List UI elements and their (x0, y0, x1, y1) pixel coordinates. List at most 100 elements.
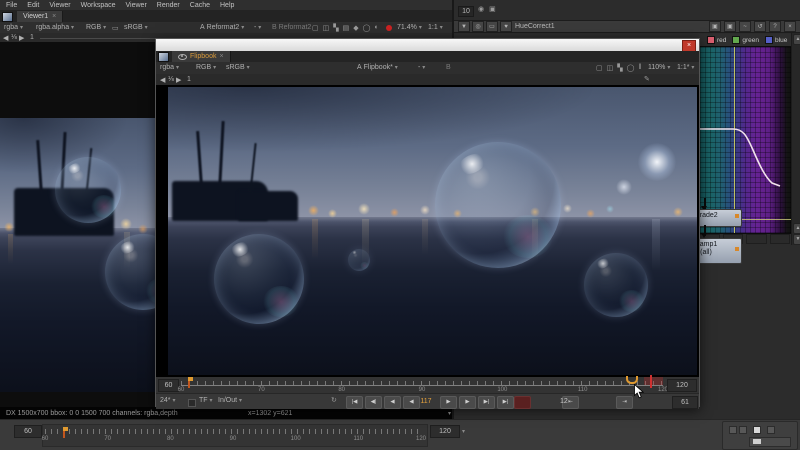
viewer-toolbar-icon[interactable]: ◆ (353, 24, 358, 32)
red-channel-checkbox[interactable]: red (707, 36, 726, 44)
edit-pencil-icon[interactable]: ✎ (644, 75, 650, 83)
ab-mode-dropdown[interactable]: - ▾ (418, 64, 425, 71)
viewer-frame-field[interactable]: 1 (30, 34, 34, 41)
panel-header-icon[interactable]: ? (769, 21, 781, 32)
timeline-options-icon[interactable]: ▾ (462, 428, 465, 435)
transport-button[interactable]: ◀| (365, 396, 382, 409)
range-mode-dropdown[interactable]: In/Out ▾ (218, 397, 242, 404)
viewer-toolbar-icon[interactable]: ▤ (343, 24, 350, 32)
properties-header-icon[interactable]: ▣ (489, 5, 496, 13)
panel-header-icon[interactable]: ↺ (754, 21, 766, 32)
scroll-up-icon[interactable]: ▲ (793, 223, 800, 234)
transport-button[interactable]: ▶| (478, 396, 495, 409)
next-frame-button[interactable]: ▶ (176, 76, 181, 84)
transport-button[interactable]: ▶ (459, 396, 476, 409)
properties-scrollbar[interactable]: ▲ ▲ ▼ (791, 33, 800, 245)
zoom-dropdown[interactable]: 110% ▾ (648, 64, 670, 71)
input-b-dropdown[interactable]: B Reformat2 (272, 24, 311, 31)
stop-button[interactable] (514, 396, 531, 409)
frame-increment-field[interactable]: 12 (560, 398, 568, 405)
colorspace-dropdown[interactable]: sRGB ▾ (124, 24, 148, 31)
panel-header-icon[interactable]: ▭ (486, 21, 498, 32)
scroll-down-icon[interactable]: ▼ (793, 234, 800, 245)
tab-flipbook[interactable]: Flipbook × (172, 51, 231, 62)
range-start-field[interactable]: 60 (158, 379, 179, 392)
properties-header-icon[interactable]: ◉ (478, 5, 484, 13)
flipbook-toolbar-icon[interactable]: ▢ (596, 64, 603, 72)
viewer-toolbar-icon[interactable]: ◫ (323, 24, 330, 32)
display-dropdown[interactable]: RGB ▾ (196, 64, 216, 71)
transport-button[interactable]: ▶| (497, 396, 514, 409)
panel-header-icon[interactable]: ~ (739, 21, 751, 32)
playhead-marker[interactable] (626, 376, 638, 384)
curve-footer-button[interactable] (746, 234, 767, 244)
global-timeline-ruler[interactable]: 60708090100110120 (45, 427, 421, 445)
viewer-toolbar-icon[interactable]: ▚ (333, 24, 338, 32)
proxy-dropdown[interactable]: 1:1 ▾ (428, 24, 443, 31)
channels-dropdown[interactable]: rgba ▾ (160, 64, 179, 71)
flipbook-toolbar-icon[interactable]: ◫ (607, 64, 614, 72)
pause-render-button[interactable] (386, 25, 392, 33)
flipbook-canvas[interactable] (156, 85, 699, 377)
panel-header-icon[interactable]: ▣ (709, 21, 721, 32)
panel-header-icon[interactable]: ▼ (458, 21, 470, 32)
flipbook-timeline-ruler[interactable]: 60708090100110120 (181, 378, 663, 392)
menu-item[interactable]: Viewer (49, 2, 70, 9)
tab-close-icon[interactable]: × (219, 53, 223, 60)
menu-item[interactable]: Render (157, 2, 180, 9)
menu-item[interactable]: Viewer (126, 2, 147, 9)
timeline-start-field[interactable]: 60 (14, 425, 42, 438)
input-a-dropdown[interactable]: A Flipbook* ▾ (357, 64, 398, 71)
prev-frame-button[interactable]: ◀ (3, 34, 8, 42)
tab-viewer1[interactable]: Viewer1 × (17, 11, 63, 22)
input-b-label[interactable]: B (446, 64, 451, 71)
panel-header-icon[interactable]: × (784, 21, 796, 32)
tab-close-icon[interactable]: × (52, 13, 56, 20)
green-channel-checkbox[interactable]: green (732, 36, 759, 44)
display-dropdown[interactable]: RGB ▾ (86, 24, 106, 31)
panel-header-icon[interactable]: ◎ (472, 21, 484, 32)
menu-item[interactable]: Help (220, 2, 234, 9)
prev-frame-button[interactable]: ◀ (160, 76, 165, 84)
timeline-end-field[interactable]: 120 (430, 425, 460, 438)
range-end-field[interactable]: 120 (667, 379, 697, 392)
loop-mode-button[interactable]: ↻ (331, 396, 337, 404)
next-frame-button[interactable]: ▶ (19, 34, 24, 42)
menu-item[interactable]: Workspace (81, 2, 116, 9)
transport-button[interactable]: ◀ (384, 396, 401, 409)
global-playhead-marker[interactable] (63, 427, 65, 438)
transport-button[interactable]: |◀ (346, 396, 363, 409)
viewer-toolbar-icon[interactable]: ◯ (363, 24, 371, 32)
lock-checkbox[interactable] (188, 399, 196, 407)
viewer-toolbar-icon[interactable]: ◐ (375, 24, 379, 32)
hue-curve-editor[interactable] (699, 46, 792, 234)
proxy-dropdown[interactable]: 1:1* ▾ (677, 64, 694, 71)
panel-header-icon[interactable]: ▣ (724, 21, 736, 32)
transport-button[interactable]: ▶ (440, 396, 457, 409)
skip-forward-button[interactable]: ⇥ (616, 396, 633, 409)
fps-dropdown[interactable]: 24* ▾ (160, 397, 175, 404)
zoom-dropdown[interactable]: 71.4% ▾ (397, 24, 422, 31)
flipbook-toolbar-icon[interactable]: ▚ (617, 64, 622, 72)
channels-dropdown[interactable]: rgba ▾ (4, 24, 23, 31)
layer-dropdown[interactable]: rgba.alpha ▾ (36, 24, 74, 31)
menu-item[interactable]: File (6, 2, 17, 9)
corner-widget[interactable] (722, 421, 798, 450)
properties-count-field[interactable]: 10 (458, 6, 474, 17)
ab-mode-dropdown[interactable]: - ▾ (254, 24, 261, 31)
global-timeline-bar[interactable]: 60708090100110120 (42, 424, 428, 447)
flipbook-toolbar-icon[interactable]: ◯ (627, 64, 635, 72)
viewer-toolbar-icon[interactable]: ▢ (312, 24, 319, 32)
statusbar-dropdown-icon[interactable]: ▾ (448, 410, 451, 417)
pane-icon[interactable] (2, 12, 13, 22)
curve-footer-button[interactable] (770, 234, 791, 244)
frame-lock-dropdown[interactable]: TF ▾ (199, 397, 213, 404)
scroll-up-icon[interactable]: ▲ (793, 34, 800, 45)
input-a-dropdown[interactable]: A Reformat2 ▾ (200, 24, 244, 31)
flipbook-toolbar-icon[interactable]: ‖ (638, 64, 641, 72)
menu-item[interactable]: Edit (27, 2, 39, 9)
panel-header-icon[interactable]: ♥ (500, 21, 512, 32)
blue-channel-checkbox[interactable]: blue (765, 36, 787, 44)
in-point-marker[interactable] (188, 377, 190, 388)
colorspace-dropdown[interactable]: sRGB ▾ (226, 64, 250, 71)
